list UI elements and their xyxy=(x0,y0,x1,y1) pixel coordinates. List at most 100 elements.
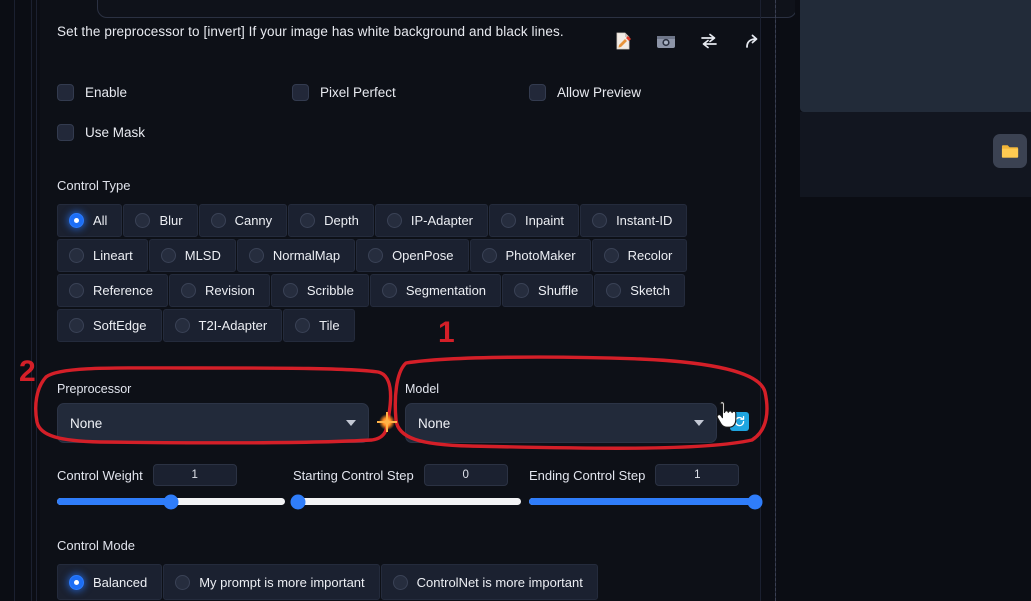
radio-icon[interactable] xyxy=(501,213,517,228)
control-mode-option-label: Balanced xyxy=(93,574,148,590)
control-type-option-label: All xyxy=(93,213,108,228)
image-toolbar xyxy=(612,30,763,52)
checkbox-use-mask-label: Use Mask xyxy=(85,125,146,140)
radio-icon[interactable] xyxy=(69,283,84,298)
radio-icon[interactable] xyxy=(295,318,311,333)
radio-icon[interactable] xyxy=(135,213,151,228)
radio-icon[interactable] xyxy=(392,574,408,590)
radio-icon[interactable] xyxy=(514,283,530,298)
control-type-row: Reference Revision Scribble Segmentation Shu… xyxy=(57,274,712,307)
control-type-option-label: Inpaint xyxy=(525,213,565,228)
control-type-option-inpaint[interactable]: Inpaint xyxy=(489,204,580,237)
radio-icon[interactable] xyxy=(160,248,176,263)
radio-icon[interactable] xyxy=(381,283,397,298)
radio-icon[interactable] xyxy=(282,283,298,298)
radio-icon[interactable] xyxy=(210,213,226,228)
slider-starting-control-step-track[interactable] xyxy=(290,494,521,509)
image-upload-area[interactable] xyxy=(97,0,797,18)
preprocessor-block: Preprocessor None xyxy=(57,382,369,443)
radio-icon[interactable] xyxy=(180,283,196,298)
control-type-option-label: Shuffle xyxy=(538,283,579,298)
control-type-option-label: Tile xyxy=(319,318,340,333)
control-type-option-lineart[interactable]: Lineart xyxy=(57,239,148,272)
control-type-option-t2i-adapter[interactable]: T2I-Adapter xyxy=(162,309,283,342)
model-value: None xyxy=(418,415,451,431)
control-type-option-softedge[interactable]: SoftEdge xyxy=(57,309,162,342)
control-mode-option-my-prompt-is-more-important[interactable]: My prompt is more important xyxy=(163,564,380,600)
control-type-option-label: SoftEdge xyxy=(93,318,147,333)
preprocessor-label: Preprocessor xyxy=(57,382,132,396)
checkbox-use-mask[interactable]: Use Mask xyxy=(57,124,145,141)
control-type-option-canny[interactable]: Canny xyxy=(198,204,288,237)
radio-icon[interactable] xyxy=(386,213,402,228)
edit-image-icon[interactable] xyxy=(612,30,634,52)
slider-control-weight-track[interactable] xyxy=(57,494,285,509)
control-type-option-segmentation[interactable]: Segmentation xyxy=(369,274,502,307)
radio-icon[interactable] xyxy=(592,213,608,228)
control-type-heading: Control Type xyxy=(57,178,131,193)
control-type-option-shuffle[interactable]: Shuffle xyxy=(502,274,594,307)
radio-icon[interactable] xyxy=(368,248,384,263)
checkbox-allow-preview-box[interactable] xyxy=(529,84,546,101)
radio-icon[interactable] xyxy=(69,574,84,590)
radio-icon[interactable] xyxy=(300,213,316,228)
control-mode-option-label: ControlNet is more important xyxy=(416,574,583,590)
radio-icon[interactable] xyxy=(175,574,191,590)
radio-icon[interactable] xyxy=(603,248,619,263)
checkbox-use-mask-box[interactable] xyxy=(57,124,74,141)
control-type-option-label: Revision xyxy=(204,283,255,298)
model-label: Model xyxy=(405,382,440,396)
control-type-option-blur[interactable]: Blur xyxy=(123,204,198,237)
control-type-option-recolor[interactable]: Recolor xyxy=(591,239,688,272)
control-type-option-normalmap[interactable]: NormalMap xyxy=(236,239,356,272)
gutter-rule-2 xyxy=(31,0,32,601)
control-type-option-label: Segmentation xyxy=(405,283,487,298)
preprocessor-dropdown[interactable]: None xyxy=(57,403,369,443)
slider-ending-control-step-value[interactable]: 1 xyxy=(655,464,740,486)
control-type-option-depth[interactable]: Depth xyxy=(288,204,374,237)
control-type-option-openpose[interactable]: OpenPose xyxy=(356,239,469,272)
control-type-row: All Blur Canny Depth IP-Adapter Inpaint Instan… xyxy=(57,204,712,237)
control-type-option-reference[interactable]: Reference xyxy=(57,274,168,307)
annotation-marker-1: 1 xyxy=(438,316,455,349)
control-mode-group: Balanced My prompt is more important Contr… xyxy=(57,564,598,600)
folder-icon[interactable] xyxy=(993,134,1027,168)
slider-ending-control-step-label: Ending Control Step xyxy=(529,467,646,483)
control-type-option-photomaker[interactable]: PhotoMaker xyxy=(469,239,591,272)
right-panel xyxy=(795,0,1031,601)
radio-icon[interactable] xyxy=(606,283,622,298)
control-type-option-instant-id[interactable]: Instant-ID xyxy=(580,204,688,237)
control-type-option-all[interactable]: All xyxy=(57,204,123,237)
control-type-option-sketch[interactable]: Sketch xyxy=(594,274,686,307)
checkbox-pixel-perfect-box[interactable] xyxy=(292,84,309,101)
checkbox-allow-preview-label: Allow Preview xyxy=(557,85,642,100)
slider-ending-control-step-track[interactable] xyxy=(529,494,763,509)
panel-divider xyxy=(760,0,761,601)
slider-starting-control-step-value[interactable]: 0 xyxy=(423,464,508,486)
model-dropdown[interactable]: None xyxy=(405,403,717,443)
control-type-option-label: MLSD xyxy=(184,248,221,263)
checkbox-allow-preview[interactable]: Allow Preview xyxy=(529,84,641,101)
radio-icon[interactable] xyxy=(69,248,84,263)
control-type-option-mlsd[interactable]: MLSD xyxy=(148,239,236,272)
control-mode-option-controlnet-is-more-important[interactable]: ControlNet is more important xyxy=(380,564,598,600)
checkbox-enable-label: Enable xyxy=(85,85,128,100)
control-type-option-tile[interactable]: Tile xyxy=(283,309,355,342)
control-mode-option-balanced[interactable]: Balanced xyxy=(57,564,163,600)
radio-icon[interactable] xyxy=(69,213,84,228)
control-type-option-ip-adapter[interactable]: IP-Adapter xyxy=(374,204,489,237)
preprocessor-hint: Set the preprocessor to [invert] If your… xyxy=(57,24,564,39)
checkbox-pixel-perfect[interactable]: Pixel Perfect xyxy=(292,84,396,101)
camera-icon[interactable] xyxy=(655,30,677,52)
send-arrow-icon[interactable] xyxy=(741,30,763,52)
radio-icon[interactable] xyxy=(481,248,497,263)
slider-control-weight-value[interactable]: 1 xyxy=(152,464,237,486)
radio-icon[interactable] xyxy=(248,248,264,263)
checkbox-enable[interactable]: Enable xyxy=(57,84,127,101)
control-type-option-scribble[interactable]: Scribble xyxy=(270,274,369,307)
control-type-option-revision[interactable]: Revision xyxy=(168,274,270,307)
swap-icon[interactable] xyxy=(698,30,720,52)
radio-icon[interactable] xyxy=(174,318,190,333)
radio-icon[interactable] xyxy=(69,318,84,333)
checkbox-enable-box[interactable] xyxy=(57,84,74,101)
